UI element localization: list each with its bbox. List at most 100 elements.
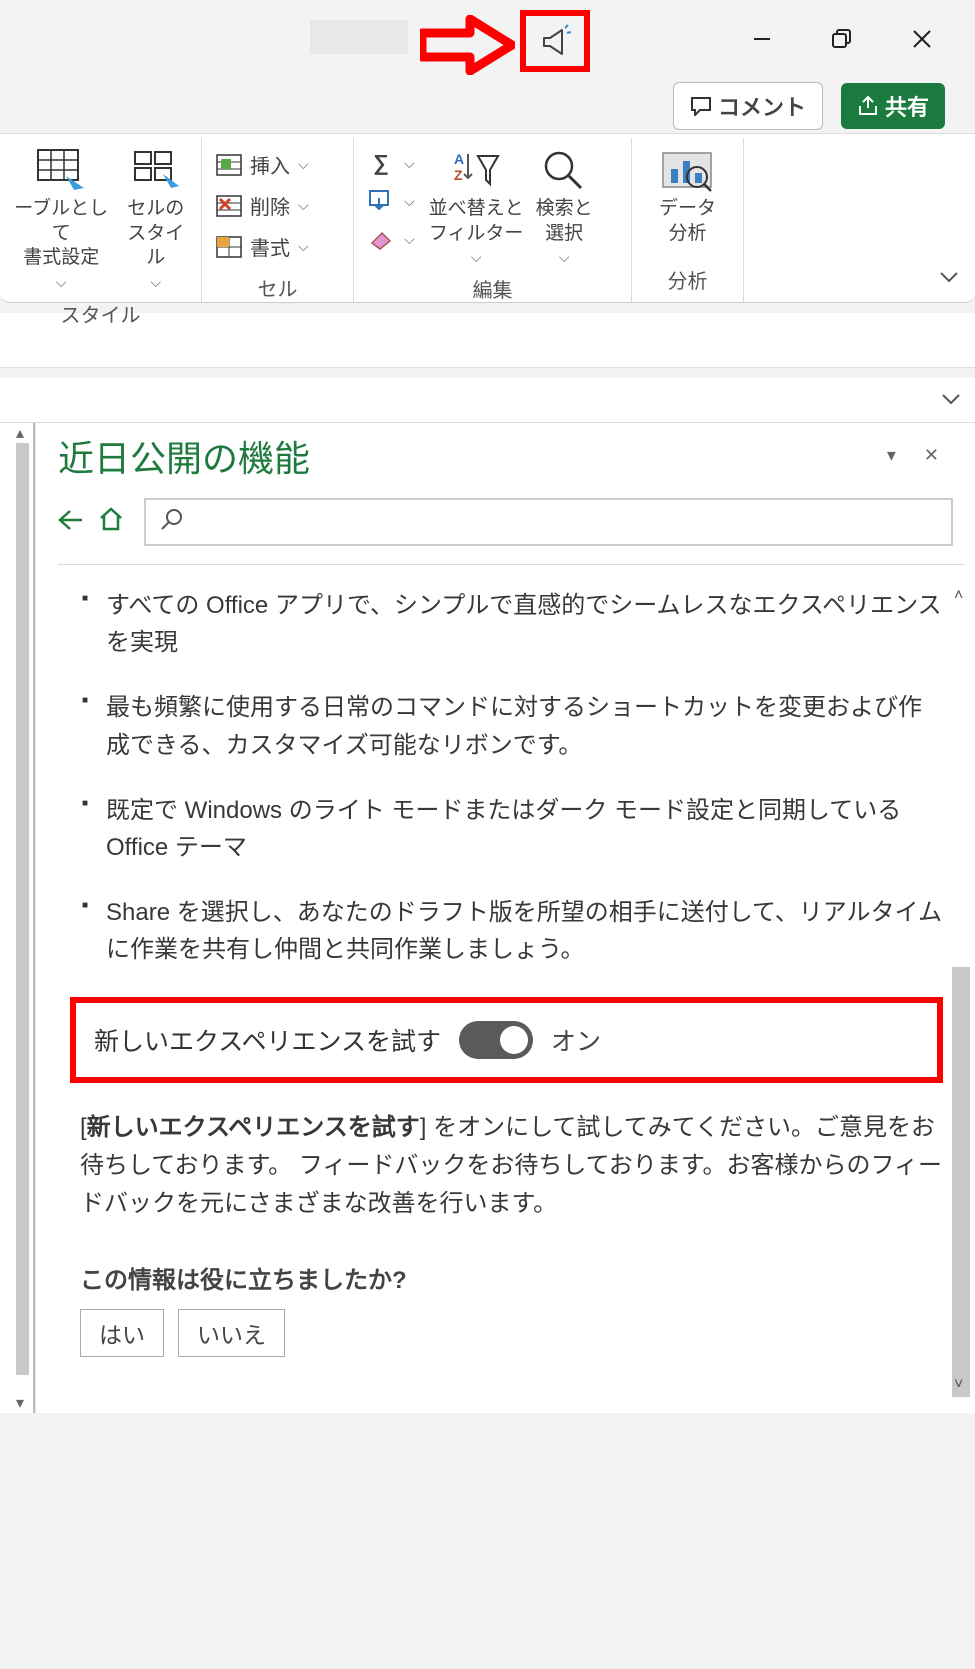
svg-text:A: A: [454, 151, 464, 167]
toggle-state: オン: [551, 1022, 601, 1058]
group-label-styles: スタイル: [8, 293, 193, 336]
arrow-annotation-icon: [420, 15, 515, 75]
formula-bar-area: [0, 378, 975, 423]
maximize-button[interactable]: [827, 24, 857, 54]
ribbon-group-cells: 挿入 ⌵ 削除 ⌵: [202, 138, 354, 302]
cell-styles-button[interactable]: セルの スタイル ⌵: [118, 144, 193, 293]
chevron-down-icon: ⌵: [402, 193, 417, 210]
close-button[interactable]: [907, 24, 937, 54]
action-row: コメント 共有: [0, 78, 975, 133]
home-button[interactable]: [98, 506, 124, 539]
instruction-bold: 新しいエクスペリエンスを試す: [87, 1114, 420, 1141]
sort-filter-button[interactable]: A Z 並べ替えと フィルター ⌵: [425, 144, 528, 268]
feedback-yes-button[interactable]: はい: [80, 1309, 164, 1357]
pane-options-button[interactable]: ▾: [873, 437, 910, 474]
chevron-down-icon: [941, 392, 961, 406]
scroll-down-icon[interactable]: ˅: [954, 1376, 963, 1394]
back-button[interactable]: [58, 507, 84, 538]
sheet-scrollbar[interactable]: ▴ ▾: [0, 423, 35, 1413]
fill-button[interactable]: ⌵: [362, 182, 421, 220]
format-table-icon: [36, 148, 86, 192]
data-analysis-button[interactable]: データ 分析: [655, 144, 720, 248]
delete-button[interactable]: 削除 ⌵: [210, 185, 315, 226]
pane-toolbar: [36, 488, 975, 564]
pane-close-button[interactable]: ✕: [910, 437, 953, 474]
feedback-buttons: はい いいえ: [80, 1309, 943, 1357]
sort-filter-icon: A Z: [450, 148, 502, 192]
main-area: ▴ ▾ 近日公開の機能 ▾ ✕ すべての Offi: [0, 423, 975, 1413]
eraser-icon: [368, 227, 394, 251]
group-label-analysis: 分析: [640, 259, 735, 302]
toggle-knob: [500, 1026, 528, 1054]
scroll-up-icon[interactable]: ▴: [16, 423, 24, 443]
insert-cells-icon: [215, 153, 243, 177]
clear-button[interactable]: ⌵: [362, 220, 421, 258]
data-analysis-label: データ 分析: [659, 197, 716, 246]
format-as-table-button[interactable]: ーブルとして 書式設定 ⌵: [8, 144, 114, 293]
comments-button[interactable]: コメント: [673, 82, 823, 130]
feedback-question: この情報は役に立ちましたか?: [80, 1260, 943, 1295]
ribbon-collapse-button[interactable]: [939, 267, 959, 290]
ribbon-group-editing: ∑ ⌵ ⌵: [354, 138, 632, 302]
pane-header: 近日公開の機能 ▾ ✕: [36, 423, 975, 488]
list-item: すべての Office アプリで、シンプルで直感的でシームレスなエクスペリエンス…: [106, 587, 943, 661]
chevron-down-icon: ⌵: [469, 249, 484, 266]
try-experience-toggle[interactable]: [459, 1021, 533, 1059]
format-cells-icon: [215, 235, 243, 259]
pane-content: すべての Office アプリで、シンプルで直感的でシームレスなエクスペリエンス…: [58, 564, 965, 1394]
sort-filter-label: 並べ替えと フィルター: [429, 197, 524, 246]
format-button[interactable]: 書式 ⌵: [210, 226, 315, 267]
instruction-paragraph: [新しいエクスペリエンスを試す] をオンにして試してみてください。ご意見をお待ち…: [80, 1109, 943, 1224]
chevron-down-icon: [939, 270, 959, 284]
cell-styles-icon: [131, 148, 181, 192]
list-item: 最も頻繁に使用する日常のコマンドに対するショートカットを変更および作成できる、カ…: [106, 689, 943, 763]
title-bar: [0, 0, 975, 78]
toggle-label: 新しいエクスペリエンスを試す: [94, 1022, 441, 1058]
chevron-down-icon: ⌵: [296, 238, 311, 255]
search-icon: [160, 507, 184, 538]
share-label: 共有: [885, 90, 929, 122]
share-button[interactable]: 共有: [841, 83, 945, 129]
insert-label: 挿入: [250, 150, 290, 179]
group-label-cells: セル: [210, 267, 345, 310]
chevron-down-icon: ⌵: [296, 197, 311, 214]
title-placeholder: [310, 20, 408, 54]
coming-soon-button[interactable]: [520, 10, 590, 72]
try-new-experience-row: 新しいエクスペリエンスを試す オン: [70, 997, 943, 1083]
share-icon: [857, 96, 879, 116]
list-item: Share を選択し、あなたのドラフト版を所望の相手に送付して、リアルタイムに作…: [106, 894, 943, 968]
search-input[interactable]: [144, 498, 953, 546]
minimize-button[interactable]: [747, 24, 777, 54]
svg-text:Z: Z: [454, 167, 463, 183]
feedback-no-button[interactable]: いいえ: [178, 1309, 285, 1357]
cell-styles-label: セルの スタイル: [122, 197, 189, 271]
chevron-down-icon: ⌵: [402, 155, 417, 172]
scroll-down-icon[interactable]: ▾: [16, 1393, 24, 1413]
format-table-label: ーブルとして 書式設定: [12, 197, 110, 271]
autosum-button[interactable]: ∑ ⌵: [362, 144, 421, 182]
scroll-thumb[interactable]: [952, 967, 970, 1397]
ribbon-group-analysis: データ 分析 分析: [632, 138, 744, 302]
sigma-icon: ∑: [366, 150, 396, 176]
ribbon: ーブルとして 書式設定 ⌵ セルの スタイル ⌵ スタイル: [0, 133, 975, 303]
scroll-up-icon[interactable]: ˄: [954, 587, 963, 605]
find-select-button[interactable]: 検索と 選択 ⌵: [532, 144, 597, 268]
scroll-thumb[interactable]: [16, 443, 29, 1375]
magnifier-icon: [541, 148, 587, 192]
chevron-down-icon: ⌵: [557, 249, 572, 266]
insert-button[interactable]: 挿入 ⌵: [210, 144, 315, 185]
expand-formula-button[interactable]: [941, 389, 961, 412]
comments-label: コメント: [718, 90, 806, 122]
delete-label: 削除: [250, 191, 290, 220]
pane-scrollbar[interactable]: ˄ ˅: [950, 587, 972, 1394]
ribbon-group-styles: ーブルとして 書式設定 ⌵ セルの スタイル ⌵ スタイル: [0, 138, 202, 302]
arrow-left-icon: [58, 509, 84, 531]
home-icon: [98, 506, 124, 532]
pane-title: 近日公開の機能: [58, 430, 873, 482]
chevron-down-icon: ⌵: [296, 156, 311, 173]
feature-list: すべての Office アプリで、シンプルで直感的でシームレスなエクスペリエンス…: [80, 587, 943, 969]
delete-cells-icon: [215, 194, 243, 218]
coming-soon-pane: 近日公開の機能 ▾ ✕ すべての Office アプリで、シンプルで直感的でシー…: [35, 423, 975, 1413]
chevron-down-icon: ⌵: [402, 231, 417, 248]
comment-icon: [690, 96, 712, 116]
